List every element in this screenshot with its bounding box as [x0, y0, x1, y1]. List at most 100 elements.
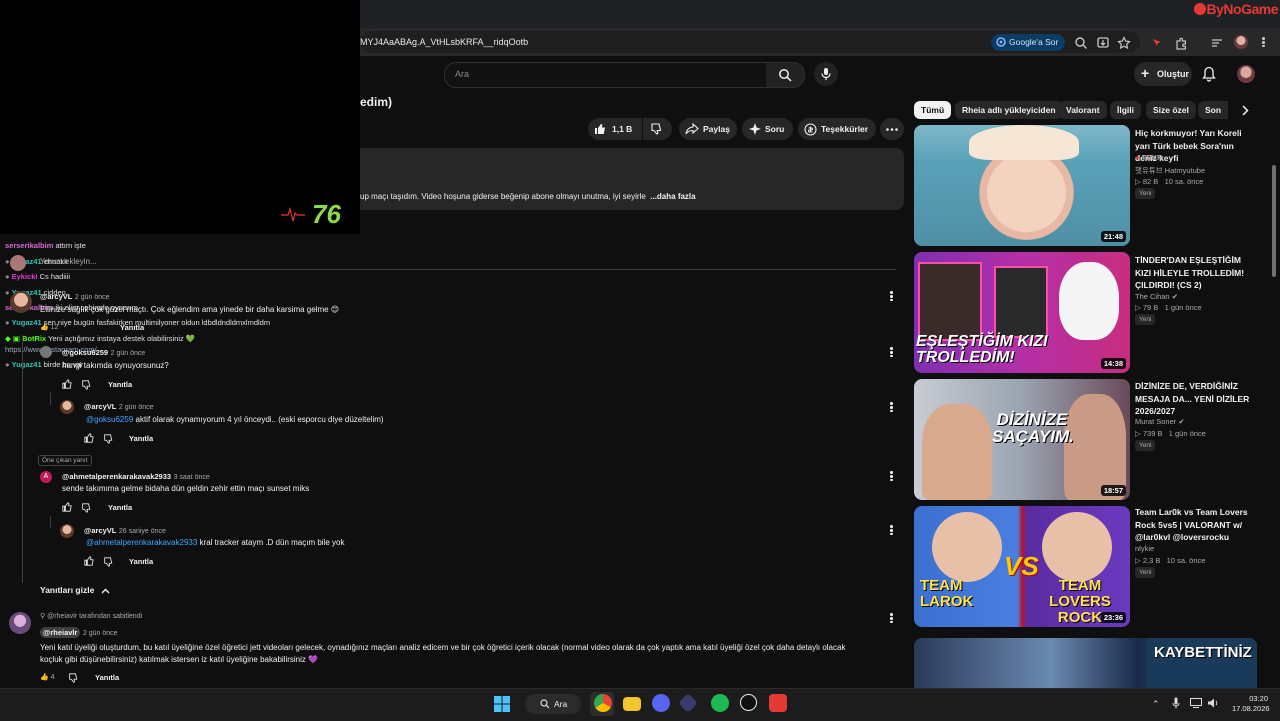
- profile-avatar[interactable]: [1234, 35, 1248, 49]
- voice-search-button[interactable]: [814, 62, 838, 86]
- network-icon[interactable]: [1190, 698, 1202, 708]
- ask-google-button[interactable]: Google'a Sor: [991, 34, 1066, 51]
- thumbnail-person: [1042, 512, 1112, 582]
- page-scrollbar[interactable]: [1272, 165, 1276, 277]
- reply-avatar[interactable]: [60, 400, 74, 414]
- reply-button[interactable]: Yanıtla: [129, 434, 153, 443]
- comment-menu-icon[interactable]: [890, 290, 893, 303]
- tray-overflow-icon[interactable]: ⌃: [1152, 699, 1160, 710]
- search-button[interactable]: [766, 62, 805, 88]
- related-thumbnail[interactable]: DİZİNİZE SAÇAYIM. 18:57: [914, 379, 1130, 500]
- like-button[interactable]: 1,1 B: [588, 118, 642, 140]
- reply-button[interactable]: Yanıtla: [95, 673, 119, 682]
- search-icon: [779, 69, 792, 82]
- comment-like-count: 👍 12: [40, 324, 59, 331]
- chip-related[interactable]: İlgili: [1110, 101, 1141, 119]
- chevron-right-icon[interactable]: [1241, 105, 1249, 116]
- thumbs-up-icon[interactable]: [62, 502, 72, 512]
- thumbs-up-icon[interactable]: [84, 433, 94, 443]
- chrome-icon[interactable]: [594, 694, 612, 712]
- reply-button[interactable]: Yanıtla: [120, 323, 144, 332]
- related-title[interactable]: DİZİNİZE DE, VERDİĞİNİZ MESAJA DA... YEN…: [1135, 380, 1257, 418]
- thumbs-up-icon: [595, 124, 605, 134]
- create-button[interactable]: + Oluştur: [1134, 62, 1192, 86]
- extensions-puzzle-icon[interactable]: [1175, 36, 1189, 50]
- hide-replies-button[interactable]: Yanıtları gizle: [40, 585, 110, 595]
- discord-icon[interactable]: [652, 694, 670, 712]
- thumbs-down-icon[interactable]: [103, 557, 113, 567]
- pinned-comment-text: koçluk gibi düşünebilirsiniz) katılmak i…: [40, 655, 319, 664]
- chip-valorant[interactable]: Valorant: [1059, 101, 1107, 119]
- address-url[interactable]: MYJ4AaABAg.A_VtHLsbKRFA__ridqOotb: [360, 37, 528, 47]
- reply-button[interactable]: Yanıtla: [108, 503, 132, 512]
- related-channel[interactable]: 햇유튜브 Hatmyutube: [1135, 165, 1205, 176]
- search-input[interactable]: [444, 62, 768, 88]
- notifications-bell-icon[interactable]: [1202, 66, 1216, 82]
- reply-menu-icon[interactable]: [890, 346, 893, 359]
- thanks-button[interactable]: Teşekkürler: [798, 118, 876, 140]
- related-thumbnail[interactable]: VS TEAM LAROK TEAM LOVERS ROCK 23:36: [914, 506, 1130, 627]
- spotify-icon[interactable]: [711, 694, 729, 712]
- comment-input-underline: [40, 269, 896, 270]
- zoom-icon[interactable]: [1074, 36, 1088, 50]
- chip-recent[interactable]: Son yü: [1198, 101, 1228, 119]
- pinned-comment-avatar[interactable]: [9, 612, 31, 634]
- reply-button[interactable]: Yanıtla: [108, 380, 132, 389]
- clock[interactable]: 03:20 17.08.2026: [1232, 694, 1270, 714]
- share-button[interactable]: Paylaş: [679, 118, 737, 140]
- chip-all[interactable]: Tümü: [914, 101, 952, 119]
- comment-menu-icon[interactable]: [890, 612, 893, 625]
- related-thumbnail[interactable]: EŞLEŞTİĞİM KIZI TROLLEDİM! 14:38: [914, 252, 1130, 373]
- reply-menu-icon[interactable]: [890, 470, 893, 483]
- thumbnail-text: KAYBETTİNİZ: [1154, 644, 1252, 661]
- related-channel[interactable]: nlykie: [1135, 544, 1154, 553]
- related-title[interactable]: Team Lar0k vs Team Lovers Rock 5vs5 | VA…: [1135, 506, 1257, 544]
- thumbs-down-icon[interactable]: [81, 380, 91, 390]
- windows-start-icon[interactable]: [494, 696, 510, 712]
- reply-button[interactable]: Yanıtla: [129, 557, 153, 566]
- account-avatar[interactable]: [1237, 65, 1255, 83]
- extension-red-icon[interactable]: [1150, 36, 1164, 50]
- comment-avatar[interactable]: [10, 291, 32, 313]
- thumbs-up-icon[interactable]: [84, 556, 94, 566]
- thumbs-down-icon[interactable]: [81, 503, 91, 513]
- related-title[interactable]: TİNDER'DAN EŞLEŞTİĞİM KIZI HİLEYLE TROLL…: [1135, 254, 1257, 292]
- reply-menu-icon[interactable]: [890, 401, 893, 414]
- related-thumbnail[interactable]: 21:48: [914, 125, 1130, 246]
- dislike-button[interactable]: [643, 118, 672, 140]
- related-channel[interactable]: Murat Soner ✔: [1135, 417, 1185, 426]
- reply-avatar[interactable]: [60, 524, 74, 538]
- reply-avatar[interactable]: A: [40, 471, 52, 483]
- add-comment-input[interactable]: Yorum ekleyin...: [40, 257, 97, 266]
- bookmark-star-icon[interactable]: [1117, 36, 1131, 50]
- thumbnail-person: [922, 404, 992, 500]
- ask-button[interactable]: Soru: [742, 118, 793, 140]
- thumbs-down-icon[interactable]: [68, 673, 78, 683]
- obs-icon[interactable]: [740, 694, 757, 711]
- show-more-link[interactable]: ...daha fazla: [650, 192, 695, 201]
- reply-header: @arcyVL 26 saniye önce: [84, 526, 166, 535]
- volume-icon[interactable]: [1207, 698, 1219, 708]
- own-avatar: [10, 255, 26, 271]
- app-red-icon[interactable]: [769, 694, 787, 712]
- microphone-icon[interactable]: [1172, 697, 1180, 709]
- taskbar-search[interactable]: Ara: [525, 694, 581, 714]
- thread-line: [22, 335, 23, 583]
- reading-list-icon[interactable]: [1210, 36, 1224, 50]
- related-thumbnail[interactable]: KAYBETTİNİZ: [914, 638, 1257, 688]
- install-app-icon[interactable]: [1096, 36, 1110, 50]
- reply-menu-icon[interactable]: [890, 524, 893, 537]
- thumbs-up-icon[interactable]: [62, 379, 72, 389]
- file-explorer-icon[interactable]: [623, 697, 641, 711]
- reply-avatar[interactable]: [40, 346, 52, 358]
- thumbs-down-icon[interactable]: [103, 434, 113, 444]
- clock-date: 17.08.2026: [1232, 704, 1270, 713]
- search-placeholder: Ara: [455, 69, 470, 79]
- browser-menu-icon[interactable]: [1262, 36, 1266, 49]
- related-channel[interactable]: The Cihan ✔: [1135, 292, 1178, 301]
- chip-for-you[interactable]: Size özel: [1146, 101, 1196, 119]
- search-icon: [540, 699, 550, 709]
- related-stats: ▷ 82 B 10 sa. önce: [1135, 177, 1204, 186]
- more-actions-button[interactable]: [880, 118, 904, 140]
- chip-from-uploader[interactable]: Rheia adlı yükleyiciden: [955, 101, 1063, 119]
